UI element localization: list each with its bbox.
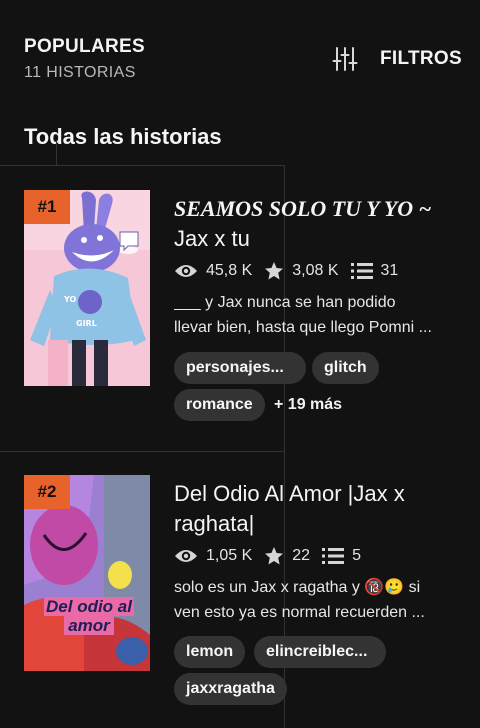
tag-chip[interactable]: elincreiblec... xyxy=(254,636,386,668)
story-description[interactable]: solo es un Jax x ragatha y 🔞🥲 si ven est… xyxy=(174,575,466,625)
divider xyxy=(0,451,284,452)
parts-count: 5 xyxy=(352,547,361,564)
divider xyxy=(0,165,284,166)
story-stats: 45,8 K 3,08 K 31 xyxy=(174,260,410,282)
parts-count: 31 xyxy=(380,262,399,279)
description-line: solo es un Jax x ragatha y 🔞🥲 si xyxy=(174,579,421,596)
tag-chip[interactable]: glitch xyxy=(312,352,379,384)
rank-badge: #2 xyxy=(24,475,70,509)
description-line: ___ y Jax nunca se han podido xyxy=(174,294,396,311)
description-line: ven esto ya es normal recuerden ... xyxy=(174,604,425,621)
list-icon xyxy=(350,262,373,280)
header: POPULARES 11 HISTORIAS FILTROS xyxy=(0,0,480,110)
cover-text: amor xyxy=(64,616,114,635)
story-title[interactable]: SEAMOS SOLO TU Y YO ~ xyxy=(174,194,464,224)
filters-label: FILTROS xyxy=(380,48,462,69)
rank-badge: #1 xyxy=(24,190,70,224)
votes-count: 22 xyxy=(292,547,311,564)
tag-chip[interactable]: romance xyxy=(174,389,265,421)
svg-text:GIRL: GIRL xyxy=(76,319,97,328)
sliders-icon xyxy=(332,46,358,72)
divider xyxy=(56,140,57,166)
story-cover[interactable]: YO GIRL #1 xyxy=(24,190,150,386)
story-title[interactable]: Del Odio Al Amor |Jax x xyxy=(174,479,464,509)
story-description[interactable]: ___ y Jax nunca se han podido llevar bie… xyxy=(174,290,466,340)
list-icon xyxy=(322,547,345,565)
tag-chip[interactable]: personajes... xyxy=(174,352,306,384)
section-title: Todas las historias xyxy=(24,124,222,149)
views-count: 45,8 K xyxy=(206,262,253,279)
tag-chip[interactable]: jaxxragatha xyxy=(174,673,287,705)
story-count: 11 HISTORIAS xyxy=(24,64,136,81)
page-title: POPULARES xyxy=(24,36,145,57)
story-card[interactable]: YO GIRL #1 SEAMOS SOLO TU Y YO ~ Jax x t… xyxy=(0,190,480,430)
story-card[interactable]: Del odio al amor #2 Del Odio Al Amor |Ja… xyxy=(0,475,480,715)
story-title-line2[interactable]: raghata| xyxy=(174,509,464,539)
more-tags-link[interactable]: + 19 más xyxy=(274,396,342,414)
votes-count: 3,08 K xyxy=(292,262,339,279)
eye-icon xyxy=(174,263,198,279)
story-stats: 1,05 K 22 5 xyxy=(174,545,373,567)
description-line: llevar bien, hasta que llego Pomni ... xyxy=(174,319,432,336)
eye-icon xyxy=(174,548,198,564)
star-icon xyxy=(264,546,284,566)
svg-text:YO: YO xyxy=(63,295,77,304)
views-count: 1,05 K xyxy=(206,547,253,564)
tag-chip[interactable]: lemon xyxy=(174,636,246,668)
filters-button[interactable]: FILTROS xyxy=(332,44,462,74)
star-icon xyxy=(264,261,284,281)
cover-text: Del odio al xyxy=(44,597,134,616)
story-title-line2[interactable]: Jax x tu xyxy=(174,224,464,254)
story-cover[interactable]: Del odio al amor #2 xyxy=(24,475,150,671)
